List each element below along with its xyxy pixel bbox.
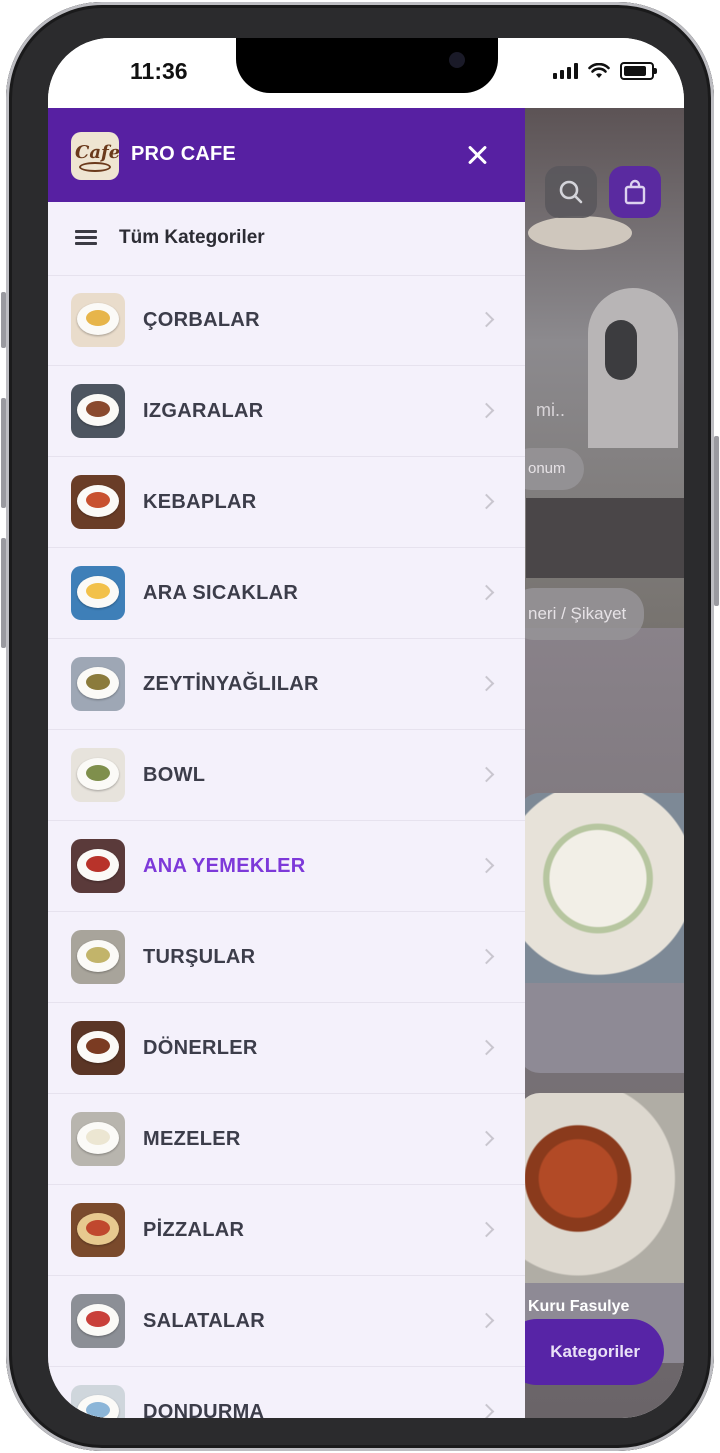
- category-item[interactable]: ANA YEMEKLER: [48, 821, 525, 912]
- cart-button[interactable]: [609, 166, 661, 218]
- phone-frame: 11:36 mi.. onum neri / Şikayet Kuru Fasu…: [1, 2, 719, 1451]
- category-label: IZGARALAR: [143, 400, 264, 422]
- category-item[interactable]: ZEYTİNYAĞLILAR: [48, 639, 525, 730]
- category-label: DONDURMA: [143, 1401, 265, 1418]
- product-image: [518, 793, 684, 983]
- category-thumbnail: [71, 748, 125, 802]
- category-item[interactable]: IZGARALAR: [48, 366, 525, 457]
- notch: [236, 38, 498, 93]
- category-drawer: Cafe PRO CAFE Tüm Kategoriler ÇORBALAR I…: [48, 108, 525, 1418]
- all-categories-label: Tüm Kategoriler: [119, 227, 265, 248]
- category-thumbnail: [71, 293, 125, 347]
- all-categories-item[interactable]: Tüm Kategoriler: [48, 202, 525, 276]
- category-label: BOWL: [143, 764, 206, 786]
- front-camera: [449, 52, 465, 68]
- category-thumbnail: [71, 1021, 125, 1075]
- chevron-right-icon: [478, 857, 495, 874]
- brand-name: PRO CAFE: [131, 143, 236, 165]
- category-thumbnail: [71, 475, 125, 529]
- side-button: [1, 398, 6, 508]
- category-label: DÖNERLER: [143, 1037, 258, 1059]
- logo-text: Cafe: [75, 142, 119, 163]
- bag-icon: [624, 179, 646, 205]
- category-label: ZEYTİNYAĞLILAR: [143, 673, 319, 695]
- screen: 11:36 mi.. onum neri / Şikayet Kuru Fasu…: [48, 38, 684, 1418]
- product-image: [518, 1093, 684, 1283]
- close-icon[interactable]: [460, 138, 494, 172]
- category-thumbnail: [71, 657, 125, 711]
- category-item[interactable]: KEBAPLAR: [48, 457, 525, 548]
- product-title: Kuru Fasulye: [528, 1298, 630, 1315]
- chevron-right-icon: [478, 675, 495, 692]
- categories-button[interactable]: Kategoriler: [504, 1319, 664, 1385]
- cafe-logo: Cafe: [71, 132, 119, 180]
- logo-ring: [79, 162, 111, 172]
- category-thumbnail: [71, 839, 125, 893]
- chevron-right-icon: [478, 948, 495, 965]
- category-thumbnail: [71, 384, 125, 438]
- category-label: KEBAPLAR: [143, 491, 257, 513]
- category-label: SALATALAR: [143, 1310, 265, 1332]
- category-thumbnail: [71, 930, 125, 984]
- list-icon: [75, 230, 97, 246]
- category-item[interactable]: TURŞULAR: [48, 912, 525, 1003]
- category-label: ARA SICAKLAR: [143, 582, 299, 604]
- side-button: [1, 538, 6, 648]
- chevron-right-icon: [478, 584, 495, 601]
- category-item[interactable]: BOWL: [48, 730, 525, 821]
- sofa-shape: [526, 498, 684, 578]
- status-icons: [553, 62, 657, 80]
- chevron-right-icon: [478, 1403, 495, 1418]
- side-button: [1, 292, 6, 348]
- status-time: 11:36: [130, 58, 188, 84]
- category-label: ANA YEMEKLER: [143, 855, 306, 877]
- search-button[interactable]: [545, 166, 597, 218]
- chevron-right-icon: [478, 1221, 495, 1238]
- category-thumbnail: [71, 1294, 125, 1348]
- chevron-right-icon: [478, 766, 495, 783]
- chevron-right-icon: [478, 311, 495, 328]
- category-label: MEZELER: [143, 1128, 241, 1150]
- chevron-right-icon: [478, 1312, 495, 1329]
- category-thumbnail: [71, 1203, 125, 1257]
- category-item[interactable]: SALATALAR: [48, 1276, 525, 1367]
- category-item[interactable]: MEZELER: [48, 1094, 525, 1185]
- drawer-header: Cafe PRO CAFE: [48, 108, 525, 202]
- chevron-right-icon: [478, 493, 495, 510]
- cellular-signal-icon: [553, 63, 578, 79]
- search-icon: [559, 180, 583, 204]
- category-label: TURŞULAR: [143, 946, 256, 968]
- category-item[interactable]: DONDURMA: [48, 1367, 525, 1418]
- lamp-shape: [528, 216, 632, 250]
- side-button: [714, 436, 719, 606]
- window-shape: [605, 320, 637, 380]
- hero-text-fragment: mi..: [536, 400, 565, 420]
- category-item[interactable]: DÖNERLER: [48, 1003, 525, 1094]
- category-thumbnail: [71, 566, 125, 620]
- category-item[interactable]: ARA SICAKLAR: [48, 548, 525, 639]
- category-label: PİZZALAR: [143, 1219, 245, 1241]
- status-bar: 11:36: [48, 38, 684, 108]
- category-thumbnail: [71, 1112, 125, 1166]
- battery-icon: [620, 62, 657, 80]
- category-item[interactable]: ÇORBALAR: [48, 275, 525, 366]
- chevron-right-icon: [478, 1039, 495, 1056]
- chevron-right-icon: [478, 1130, 495, 1147]
- chevron-right-icon: [478, 402, 495, 419]
- category-list: ÇORBALAR IZGARALAR KEBAPLAR ARA SICAKLAR: [48, 275, 525, 1418]
- product-card[interactable]: [518, 793, 684, 1073]
- category-label: ÇORBALAR: [143, 309, 260, 331]
- category-thumbnail: [71, 1385, 125, 1418]
- wifi-icon: [588, 63, 610, 78]
- category-item[interactable]: PİZZALAR: [48, 1185, 525, 1276]
- feedback-pill[interactable]: neri / Şikayet: [510, 588, 645, 640]
